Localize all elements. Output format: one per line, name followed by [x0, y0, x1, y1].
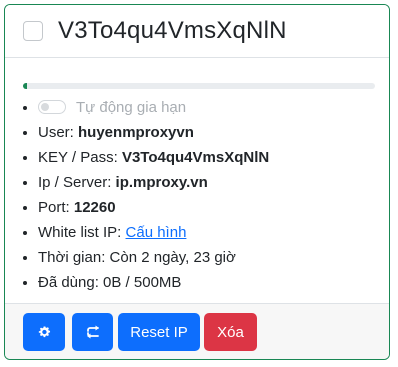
- list-item-port: Port: 12260: [38, 195, 269, 220]
- gear-icon: [37, 325, 51, 339]
- list-item-key: KEY / Pass: V3To4qu4VmsXqNlN: [38, 145, 269, 170]
- toggle-knob: [41, 103, 49, 112]
- key-label: KEY / Pass:: [38, 149, 118, 166]
- time-remaining-text: Thời gian: Còn 2 ngày, 23 giờ: [38, 249, 236, 266]
- data-usage-text: Đã dùng: 0B / 500MB: [38, 274, 182, 291]
- whitelist-config-link[interactable]: Cấu hình: [126, 224, 187, 241]
- whitelist-label: White list IP:: [38, 224, 122, 241]
- list-item-auto-renew: Tự động gia hạn: [38, 95, 269, 120]
- card-footer: Reset IP Xóa: [5, 303, 389, 359]
- port-label: Port:: [38, 199, 70, 216]
- auto-renew-toggle[interactable]: [38, 100, 66, 115]
- auto-renew-label: Tự động gia hạn: [76, 99, 187, 116]
- usage-progress-bar: [23, 83, 27, 89]
- reset-ip-button[interactable]: Reset IP: [118, 313, 200, 351]
- select-checkbox[interactable]: [23, 21, 43, 41]
- info-list: Tự động gia hạn User: huyenmproxyvn KEY …: [5, 95, 269, 295]
- list-item-server: Ip / Server: ip.mproxy.vn: [38, 170, 269, 195]
- usage-progress: [23, 83, 375, 89]
- list-item-usage: Đã dùng: 0B / 500MB: [38, 270, 269, 295]
- rotate-button[interactable]: [72, 313, 113, 351]
- settings-button[interactable]: [23, 313, 65, 351]
- card-body: Tự động gia hạn User: huyenmproxyvn KEY …: [5, 58, 389, 303]
- proxy-card: V3To4qu4VmsXqNlN Tự động gia hạn User: h…: [4, 4, 390, 360]
- list-item-user: User: huyenmproxyvn: [38, 120, 269, 145]
- proxy-title: V3To4qu4VmsXqNlN: [58, 17, 287, 44]
- list-item-time: Thời gian: Còn 2 ngày, 23 giờ: [38, 245, 269, 270]
- key-value: V3To4qu4VmsXqNlN: [121, 149, 270, 166]
- card-header: V3To4qu4VmsXqNlN: [5, 5, 389, 58]
- user-value: huyenmproxyvn: [78, 124, 194, 141]
- server-value: ip.mproxy.vn: [115, 174, 208, 191]
- port-value: 12260: [73, 199, 116, 216]
- user-label: User:: [38, 124, 74, 141]
- list-item-whitelist: White list IP: Cấu hình: [38, 220, 269, 245]
- server-label: Ip / Server:: [38, 174, 112, 191]
- delete-button[interactable]: Xóa: [204, 313, 257, 351]
- rotate-arrows-icon: [85, 324, 101, 340]
